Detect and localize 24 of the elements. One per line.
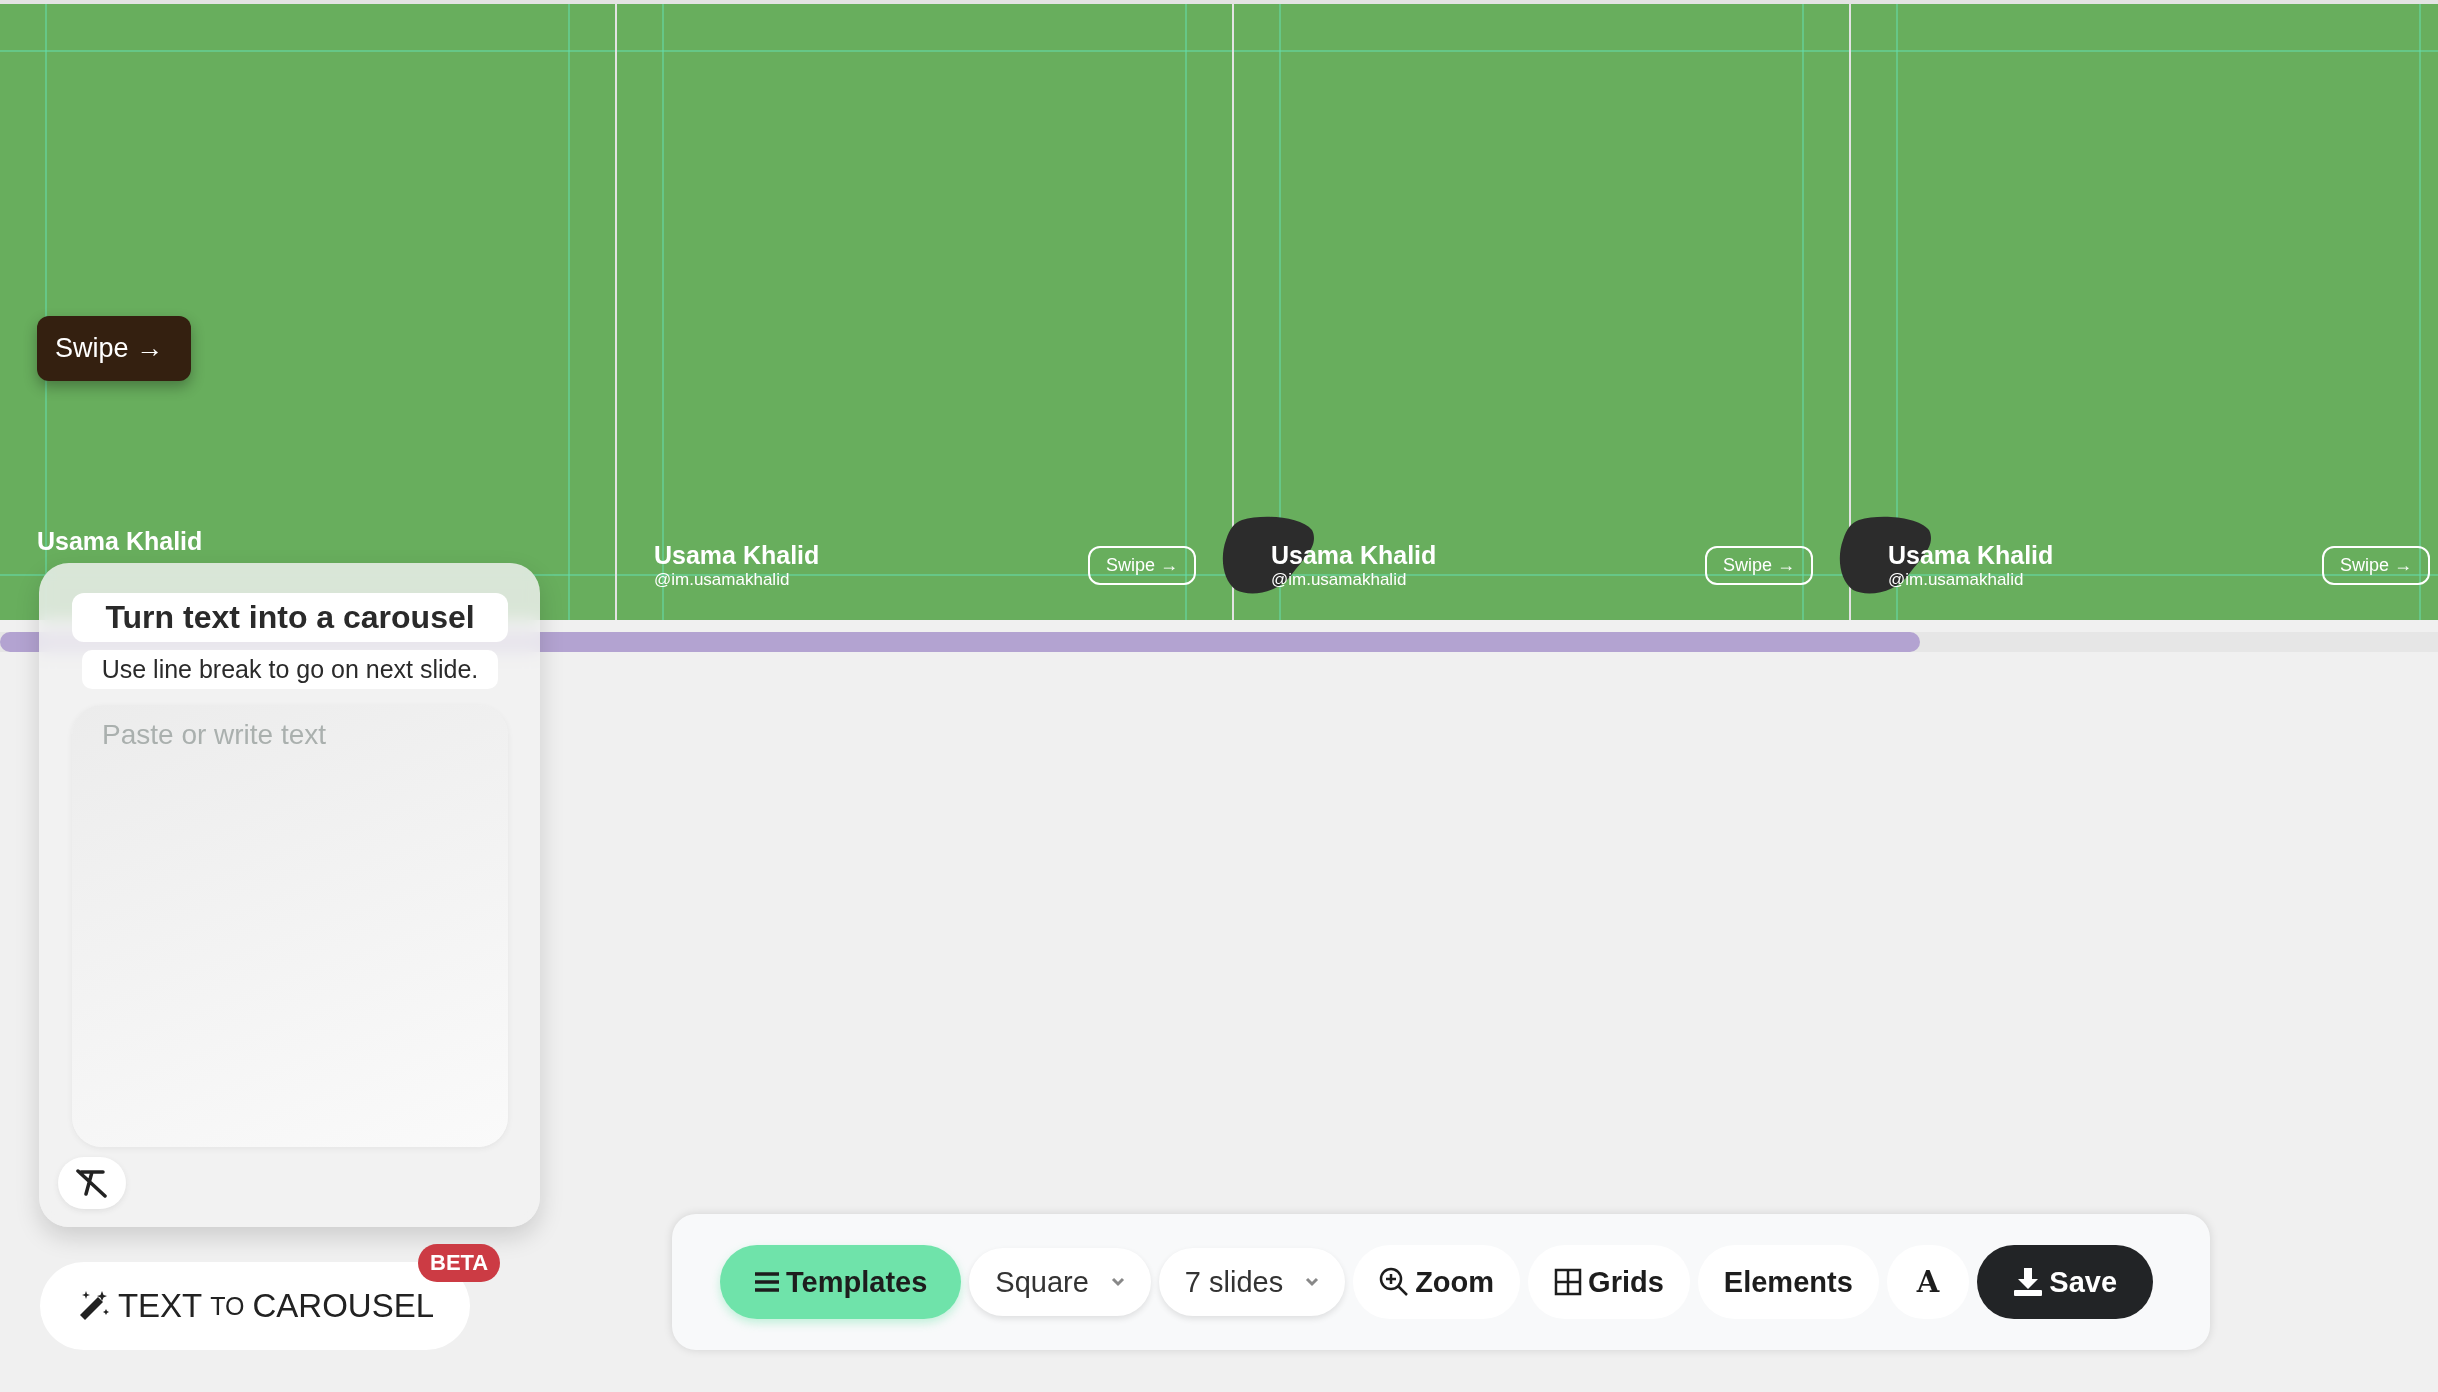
- chevron-down-icon: [1305, 1277, 1320, 1287]
- clear-format-icon: [75, 1168, 109, 1198]
- download-icon: [2013, 1267, 2044, 1297]
- dropdown[interactable]: Square: [969, 1248, 1151, 1316]
- save-button[interactable]: Save: [1977, 1245, 2154, 1319]
- menu-icon: [754, 1271, 780, 1293]
- clear-format-button[interactable]: [58, 1157, 126, 1209]
- grid-icon: [1554, 1268, 1583, 1296]
- author-handle: @im.usamakhalid: [654, 570, 791, 590]
- chevron-down-icon: [1110, 1277, 1125, 1287]
- swipe-button[interactable]: Swipe →: [37, 316, 192, 381]
- text-input-field[interactable]: Paste or write text: [72, 705, 508, 1147]
- beta-badge: BETA: [418, 1244, 501, 1282]
- templates-button[interactable]: Templates: [720, 1245, 962, 1319]
- font-button[interactable]: A: [1886, 1245, 1970, 1319]
- author-name: Usama Khalid: [37, 527, 203, 556]
- toolbar-button[interactable]: Elements: [1697, 1245, 1879, 1319]
- panel-hint: Use line break to go on next slide.: [82, 650, 498, 689]
- grids-button[interactable]: Grids: [1528, 1245, 1690, 1319]
- dropdown[interactable]: 7 slides: [1158, 1248, 1346, 1316]
- author-name: Usama Khalid: [654, 541, 820, 570]
- zoom-in-icon: [1379, 1267, 1410, 1297]
- zoom-button[interactable]: Zoom: [1353, 1245, 1521, 1319]
- panel-title: Turn text into a carousel: [72, 593, 508, 642]
